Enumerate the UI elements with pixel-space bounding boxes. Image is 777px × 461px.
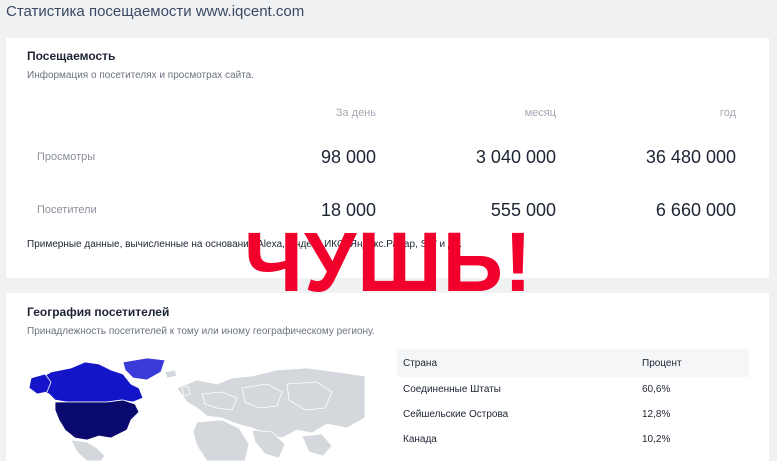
- attendance-title: Посещаемость: [27, 49, 116, 63]
- table-header-row: Страна Процент: [397, 349, 749, 377]
- table-row: Канада 10,2%: [397, 427, 749, 452]
- percent-cell: 12,8%: [642, 409, 671, 420]
- attendance-card: Посещаемость Информация о посетителях и …: [6, 38, 769, 278]
- visitors-month: 555 000: [490, 200, 556, 220]
- row-label-views: Просмотры: [37, 151, 96, 163]
- views-year: 36 480 000: [645, 147, 736, 167]
- table-row: Соединенные Штаты 60,6%: [397, 377, 749, 402]
- country-cell: Канада: [403, 434, 437, 445]
- world-map[interactable]: [27, 358, 365, 461]
- visitors-year: 6 660 000: [655, 200, 736, 220]
- percent-cell: 60,6%: [642, 384, 671, 395]
- row-label-visitors: Посетители: [37, 204, 97, 216]
- percent-cell: 10,2%: [642, 434, 671, 445]
- geography-table: Страна Процент Соединенные Штаты 60,6% С…: [397, 349, 749, 452]
- geography-title: География посетителей: [27, 305, 170, 319]
- attendance-subtitle: Информация о посетителях и просмотрах са…: [27, 70, 254, 81]
- country-cell: Сейшельские Острова: [403, 409, 509, 420]
- header-country[interactable]: Страна: [403, 358, 437, 369]
- header-percent[interactable]: Процент: [642, 358, 682, 369]
- views-day: 98 000: [320, 147, 376, 167]
- column-header-day: За день: [335, 107, 376, 119]
- visitors-day: 18 000: [320, 200, 376, 220]
- column-header-year: год: [719, 107, 736, 119]
- country-cell: Соединенные Штаты: [403, 384, 501, 395]
- attendance-footnote: Примерные данные, вычисленные на основан…: [27, 239, 463, 250]
- table-row: Сейшельские Острова 12,8%: [397, 402, 749, 427]
- geography-subtitle: Принадлежность посетителей к тому или ин…: [27, 326, 375, 337]
- page-title: Статистика посещаемости www.iqcent.com: [6, 3, 305, 20]
- column-header-month: месяц: [524, 107, 556, 119]
- views-month: 3 040 000: [475, 147, 556, 167]
